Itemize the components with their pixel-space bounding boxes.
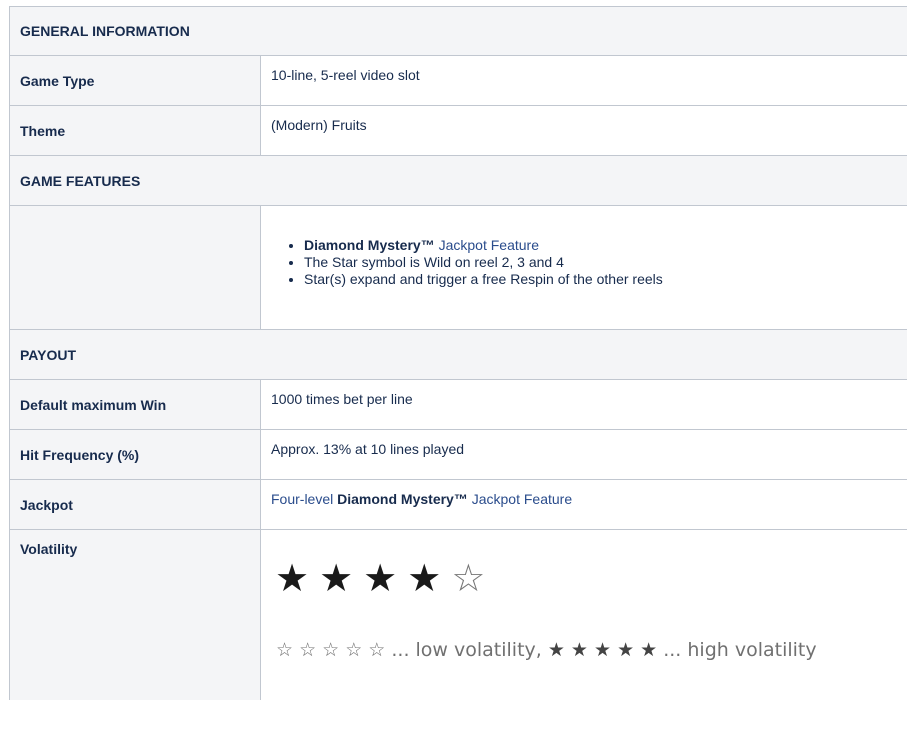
section-header-payout: PAYOUT	[10, 330, 907, 380]
row-label-game-type: Game Type	[10, 56, 261, 105]
star-filled-icon: ★	[407, 556, 452, 600]
list-item: Diamond Mystery™ Jackpot Feature	[304, 237, 907, 254]
table-row: Jackpot Four-level Diamond Mystery™ Jack…	[10, 480, 907, 530]
row-label-max-win: Default maximum Win	[10, 380, 261, 429]
legend-high-stars: ★ ★ ★ ★ ★	[547, 639, 658, 661]
row-label-theme: Theme	[10, 106, 261, 155]
star-filled-icon: ★	[275, 556, 320, 600]
volatility-legend: ☆ ☆ ☆ ☆ ☆ ... low volatility, ★ ★ ★ ★ ★ …	[276, 639, 907, 661]
table-row: Hit Frequency (%) Approx. 13% at 10 line…	[10, 430, 907, 480]
table-row: Diamond Mystery™ Jackpot Feature The Sta…	[10, 206, 907, 330]
section-title: PAYOUT	[20, 346, 77, 363]
section-header-features: GAME FEATURES	[10, 156, 907, 206]
row-value-theme: (Modern) Fruits	[271, 117, 367, 133]
row-value-jackpot: Four-level Diamond Mystery™ Jackpot Feat…	[261, 480, 907, 529]
row-value-hit-frequency: Approx. 13% at 10 lines played	[271, 441, 465, 457]
list-item: Star(s) expand and trigger a free Respin…	[304, 271, 907, 288]
row-value-max-win: 1000 times bet per line	[271, 391, 413, 407]
legend-low-stars: ☆ ☆ ☆ ☆ ☆	[276, 639, 386, 661]
volatility-rating-stars: ★★★★☆	[275, 558, 907, 598]
legend-high-text: ... high volatility	[657, 639, 817, 661]
row-value-game-type: 10-line, 5-reel video slot	[271, 67, 420, 83]
feature-link[interactable]: Diamond Mystery™ Jackpot Feature	[304, 237, 539, 253]
table-row: Default maximum Win 1000 times bet per l…	[10, 380, 907, 430]
row-label-jackpot: Jackpot	[10, 480, 261, 529]
list-item: The Star symbol is Wild on reel 2, 3 and…	[304, 254, 907, 271]
row-label-volatility: Volatility	[10, 530, 261, 700]
table-row: Theme (Modern) Fruits	[10, 106, 907, 156]
section-title: GAME FEATURES	[20, 172, 141, 189]
section-header-general: GENERAL INFORMATION	[10, 7, 907, 56]
jackpot-link[interactable]: Four-level Diamond Mystery™ Jackpot Feat…	[271, 491, 572, 507]
table-row: Game Type 10-line, 5-reel video slot	[10, 56, 907, 106]
features-cell: Diamond Mystery™ Jackpot Feature The Sta…	[261, 206, 907, 329]
row-label-empty	[10, 206, 261, 329]
section-title: GENERAL INFORMATION	[20, 23, 190, 39]
star-filled-icon: ★	[363, 556, 408, 600]
star-filled-icon: ★	[319, 556, 364, 600]
table-row: Volatility ★★★★☆ ☆ ☆ ☆ ☆ ☆ ... low volat…	[10, 530, 907, 700]
game-info-table: GENERAL INFORMATION Game Type 10-line, 5…	[9, 6, 907, 700]
star-empty-icon: ☆	[451, 556, 496, 600]
volatility-cell: ★★★★☆ ☆ ☆ ☆ ☆ ☆ ... low volatility, ★ ★ …	[261, 530, 907, 700]
features-list: Diamond Mystery™ Jackpot Feature The Sta…	[271, 237, 907, 288]
row-label-hit-frequency: Hit Frequency (%)	[10, 430, 261, 479]
legend-low-text: ... low volatility,	[385, 639, 548, 661]
